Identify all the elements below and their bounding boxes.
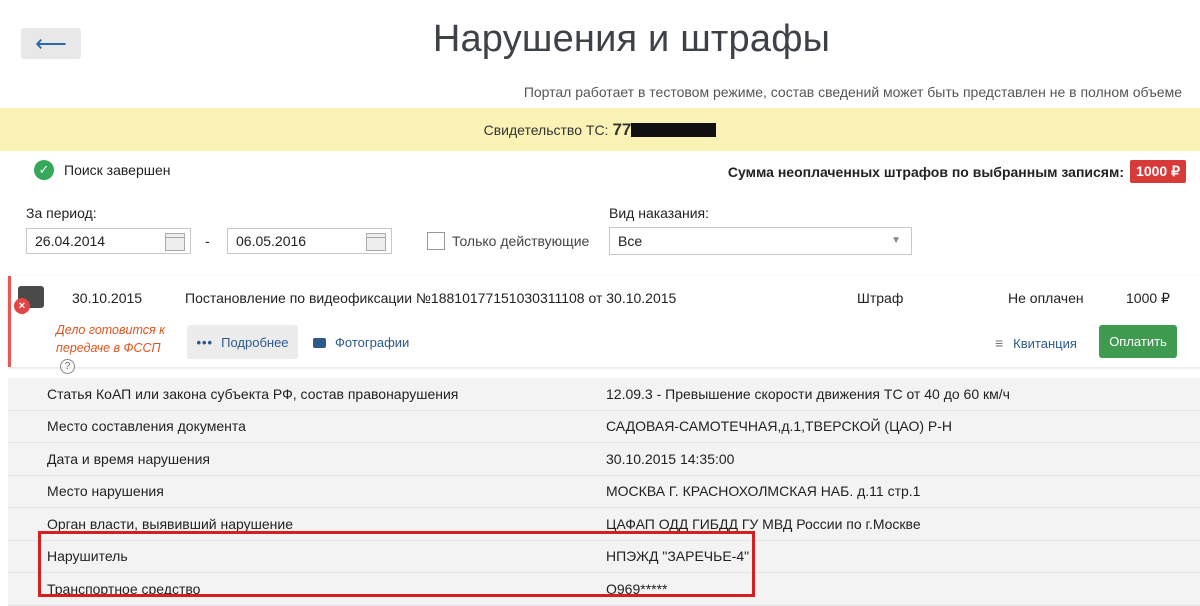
detail-value: 12.09.3 - Превышение скорости движения Т…	[606, 385, 1010, 402]
detail-key: Статья КоАП или закона субъекта РФ, сост…	[47, 385, 459, 402]
unpaid-sum-label: Сумма неоплаченных штрафов по выбранным …	[727, 164, 1124, 180]
detail-key: Место составления документа	[47, 418, 246, 435]
table-row: Статья КоАП или закона субъекта РФ, сост…	[8, 378, 1200, 411]
camera-icon	[313, 337, 326, 348]
date-to-input[interactable]: 06.05.2016	[227, 228, 392, 254]
receipt-label: Квитанция	[1013, 335, 1077, 351]
details-button[interactable]: ••• Подробнее	[187, 325, 298, 359]
fine-amount: 1000 ₽	[1126, 290, 1170, 306]
photos-label: Фотографии	[335, 335, 410, 350]
only-active-filter[interactable]: Только действующие	[427, 232, 589, 250]
certificate-label: Свидетельство ТС:	[483, 121, 609, 138]
certificate-bar: Свидетельство ТС: 77	[0, 108, 1200, 151]
highlight-frame	[38, 531, 755, 597]
detail-key: Орган власти, выявивший нарушение	[47, 515, 294, 532]
table-row: Место нарушения МОСКВА Г. КРАСНОХОЛМСКАЯ …	[8, 475, 1200, 508]
error-icon: ×	[14, 298, 30, 314]
calendar-icon[interactable]	[165, 233, 185, 251]
fine-status: Не оплачен	[1008, 290, 1084, 306]
punishment-select[interactable]: Все ▼	[609, 227, 912, 255]
search-status-text: Поиск завершен	[64, 162, 171, 178]
detail-value: ЦАФАП ОДД ГИБДД ГУ МВД России по г.Москв…	[606, 515, 921, 532]
test-mode-notice: Портал работает в тестовом режиме, соста…	[523, 84, 1182, 100]
detail-key: Дата и время нарушения	[47, 450, 211, 467]
fssp-note: Дело готовится к передаче в ФССП?	[56, 321, 166, 375]
page-title: Нарушения и штрафы	[432, 18, 831, 60]
period-label: За период:	[26, 205, 97, 221]
detail-value: МОСКВА Г. КРАСНОХОЛМСКАЯ НАБ. д.11 стр.1	[606, 483, 921, 500]
detail-key: Место нарушения	[47, 483, 164, 500]
photos-link[interactable]: Фотографии	[313, 335, 409, 350]
search-status: ✓ Поиск завершен	[34, 160, 171, 180]
details-button-label: Подробнее	[221, 334, 289, 350]
detail-value: 30.10.2015 14:35:00	[606, 450, 735, 467]
date-to-value: 06.05.2016	[236, 233, 307, 249]
list-icon: ≡	[995, 335, 1004, 351]
more-dots-icon: •••	[196, 334, 214, 350]
certificate-redaction	[631, 122, 717, 137]
pay-button[interactable]: Оплатить	[1099, 325, 1177, 358]
table-row: Дата и время нарушения 30.10.2015 14:35:0…	[8, 443, 1200, 476]
only-active-label: Только действующие	[452, 233, 590, 249]
punishment-value: Все	[618, 233, 643, 249]
unpaid-sum-badge: 1000 ₽	[1130, 160, 1186, 183]
check-icon: ✓	[34, 160, 54, 180]
help-icon[interactable]: ?	[60, 359, 75, 375]
punishment-label: Вид наказания:	[609, 205, 710, 221]
fssp-note-text: Дело готовится к передаче в ФССП	[56, 323, 166, 355]
detail-value: САДОВАЯ-САМОТЕЧНАЯ,д.1,ТВЕРСКОЙ (ЦАО) Р-…	[606, 418, 953, 435]
fine-description: Постановление по видеофиксации №18810177…	[185, 290, 677, 306]
date-from-value: 26.04.2014	[35, 233, 106, 249]
certificate-number: 77	[612, 119, 632, 139]
table-row: Место составления документа САДОВАЯ-САМОТ…	[8, 410, 1200, 443]
date-separator: -	[205, 233, 210, 249]
chevron-down-icon: ▼	[891, 235, 901, 246]
fine-type: Штраф	[857, 290, 904, 306]
only-active-checkbox[interactable]	[427, 232, 445, 250]
fine-date: 30.10.2015	[72, 290, 143, 306]
receipt-link[interactable]: ≡ Квитанция	[995, 335, 1077, 351]
date-from-input[interactable]: 26.04.2014	[26, 228, 191, 254]
calendar-icon[interactable]	[366, 233, 386, 251]
